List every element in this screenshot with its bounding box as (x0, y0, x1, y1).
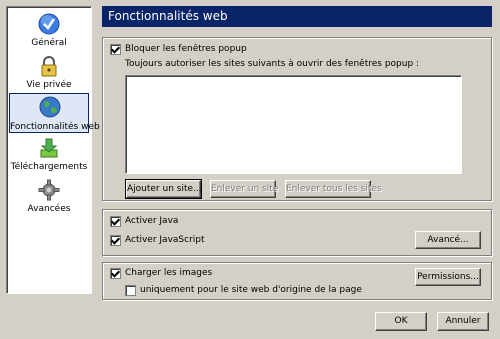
download-icon (40, 138, 58, 158)
page-title: Fonctionnalités web (102, 6, 492, 27)
category-sidebar: Général Vie privée Fonctionnalités web T… (6, 6, 100, 294)
permissions-button[interactable]: Permissions... (415, 268, 481, 286)
sidebar-item-web-features[interactable]: Fonctionnalités web (9, 93, 100, 133)
gear-icon (38, 179, 60, 201)
sidebar-item-advanced[interactable]: Avancées (9, 177, 89, 215)
add-site-button[interactable]: Ajouter un site... (125, 179, 202, 199)
checkmark-icon (38, 13, 60, 35)
enable-javascript-checkbox[interactable] (110, 235, 121, 246)
advanced-button[interactable]: Avancé... (415, 231, 481, 249)
allowed-sites-label: Toujours autoriser les sites suivants à … (125, 59, 420, 69)
popup-group: Bloquer les fenêtres popup Toujours auto… (102, 37, 492, 201)
block-popups-checkbox[interactable] (110, 44, 121, 55)
globe-icon (39, 96, 61, 118)
ok-button[interactable]: OK (375, 312, 427, 331)
remove-site-button[interactable]: Enlever un site (210, 180, 278, 198)
lock-icon (41, 56, 57, 77)
load-images-checkbox[interactable] (110, 268, 121, 279)
images-group: Charger les images uniquement pour le si… (102, 262, 492, 300)
load-images-label: Charger les images (125, 268, 213, 278)
origin-only-checkbox[interactable] (125, 285, 136, 296)
java-group: Activer Java Activer JavaScript Avancé..… (102, 209, 492, 256)
sidebar-item-downloads[interactable]: Téléchargements (9, 135, 89, 173)
sidebar-item-privacy[interactable]: Vie privée (9, 53, 89, 91)
sidebar-item-label: Général (31, 38, 67, 48)
sidebar-item-label: Téléchargements (10, 162, 88, 172)
sidebar-item-label: Fonctionnalités web (10, 122, 100, 132)
sidebar-item-general[interactable]: Général (9, 11, 89, 49)
sidebar-item-label: Avancées (27, 204, 71, 214)
enable-java-label: Activer Java (125, 216, 179, 226)
origin-only-label: uniquement pour le site web d'origine de… (140, 285, 362, 295)
enable-java-checkbox[interactable] (110, 216, 121, 227)
block-popups-label: Bloquer les fenêtres popup (125, 44, 247, 54)
cancel-button[interactable]: Annuler (437, 312, 489, 331)
allowed-sites-list[interactable] (125, 75, 462, 174)
sidebar-item-label: Vie privée (26, 80, 72, 90)
remove-all-sites-button[interactable]: Enlever tous les sites (285, 180, 382, 198)
options-dialog: Général Vie privée Fonctionnalités web T… (0, 0, 500, 339)
enable-javascript-label: Activer JavaScript (125, 235, 205, 245)
